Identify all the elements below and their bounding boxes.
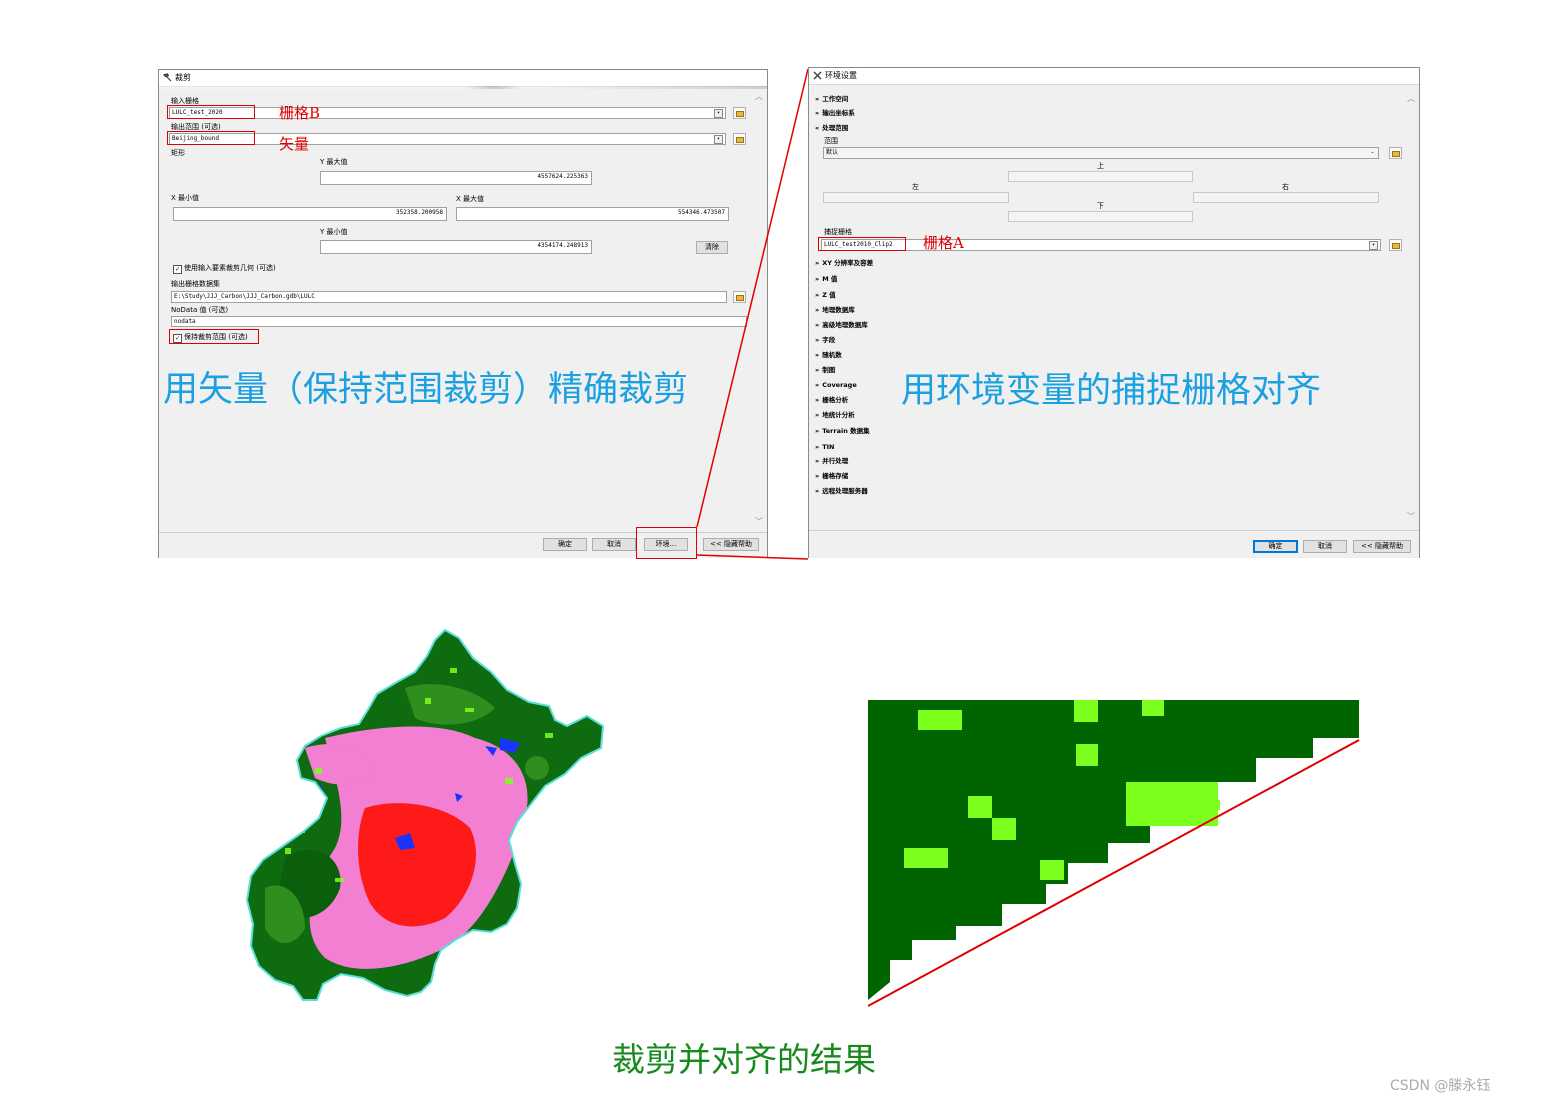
folder-icon[interactable] [1389, 147, 1402, 159]
right-field [1193, 192, 1379, 203]
env-section-xy-resolution[interactable]: » XY 分辨率及容差 [815, 259, 873, 268]
env-dialog-titlebar: 环境设置 [809, 68, 1419, 85]
env-cancel-button[interactable]: 取消 [1303, 540, 1347, 553]
bottom-field [1008, 211, 1193, 222]
aligned-clip-zoom [868, 700, 1360, 1007]
env-section-parallel[interactable]: » 并行处理 [815, 457, 848, 466]
raster-a-annotation: 栅格A [923, 234, 964, 252]
env-section-z-values[interactable]: » Z 值 [815, 291, 836, 300]
scroll-down-icon[interactable]: ﹀ [1405, 512, 1417, 522]
env-section-geodatabase[interactable]: » 地理数据库 [815, 306, 855, 315]
env-ok-button[interactable]: 确定 [1253, 540, 1298, 553]
extent-label: 范围 [824, 137, 838, 145]
extent-value: 默认 [826, 149, 839, 156]
watermark: CSDN @滕永钰 [1390, 1078, 1491, 1094]
extent-select[interactable]: 默认 ⌄ [823, 147, 1379, 159]
bottom-caption: 裁剪并对齐的结果 [612, 1040, 876, 1079]
env-section-extent[interactable]: «处理范围 [815, 124, 848, 133]
snap-raster-highlight [818, 237, 906, 251]
top-field [1008, 171, 1193, 182]
env-dialog: 环境设置 ︿ ﹀ » 工作空间 » 输出坐标系 «处理范围 范围 默认 ⌄ 上 左 … [808, 67, 1420, 558]
env-section-raster-analysis[interactable]: » 栅格分析 [815, 396, 848, 405]
env-section-tin[interactable]: » TIN [815, 443, 835, 452]
tools-icon [813, 71, 822, 80]
env-hide-help-button[interactable]: << 隐藏帮助 [1353, 540, 1411, 553]
env-section-fields[interactable]: » 字段 [815, 336, 835, 345]
left-field [823, 192, 1009, 203]
right-label: 右 [1282, 183, 1289, 191]
env-section-remote-server[interactable]: » 远程处理服务器 [815, 487, 868, 496]
top-label: 上 [1097, 162, 1104, 170]
env-dialog-title: 环境设置 [825, 71, 857, 80]
env-section-adv-geodatabase[interactable]: » 高级地理数据库 [815, 321, 868, 330]
env-section-output-crs[interactable]: » 输出坐标系 [815, 109, 855, 118]
chevron-down-icon[interactable]: ⌄ [1369, 149, 1376, 156]
scroll-up-icon[interactable]: ︿ [1405, 94, 1417, 104]
snap-raster-label: 捕捉栅格 [824, 228, 852, 236]
env-section-coverage[interactable]: » Coverage [815, 381, 857, 390]
env-section-raster-storage[interactable]: » 栅格存储 [815, 472, 848, 481]
chevron-down-icon[interactable]: ▾ [1369, 241, 1378, 250]
env-section-workspace[interactable]: » 工作空间 [815, 95, 848, 104]
left-label: 左 [912, 183, 919, 191]
folder-icon[interactable] [1389, 239, 1402, 251]
beijing-lulc-map [245, 628, 605, 1001]
env-scrollbar[interactable]: ︿ ﹀ [1405, 94, 1417, 524]
env-section-m-values[interactable]: » M 值 [815, 275, 837, 284]
right-caption: 用环境变量的捕捉栅格对齐 [901, 371, 1322, 411]
env-section-geostatistics[interactable]: » 地统计分析 [815, 411, 855, 420]
env-section-cartography[interactable]: » 制图 [815, 366, 835, 375]
bottom-label: 下 [1097, 202, 1104, 210]
env-section-random[interactable]: » 随机数 [815, 351, 842, 360]
env-section-terrain[interactable]: » Terrain 数据集 [815, 427, 870, 436]
